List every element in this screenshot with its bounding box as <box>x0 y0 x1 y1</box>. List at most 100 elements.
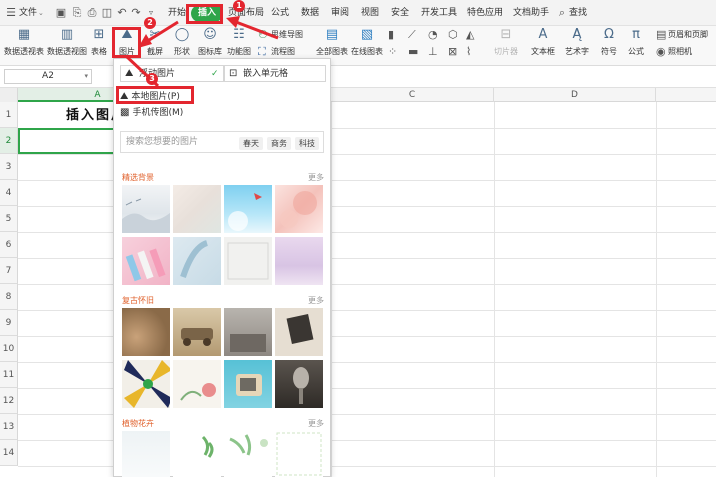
picture-thumbnail[interactable] <box>122 237 170 285</box>
row-header[interactable]: 11 <box>0 362 18 388</box>
row-header[interactable]: 12 <box>0 388 18 414</box>
picture-thumbnail[interactable] <box>173 237 221 285</box>
spreadsheet-app: ☰ 文件 ⌄ ▣ ⎘ ⎙ ◫ ↶ ↷ ▿ 开始 插入 页面布局 公式 数据 审阅… <box>0 0 716 477</box>
bar-chart-icon[interactable]: ▬ <box>408 45 418 59</box>
flowchart-button[interactable]: 流程图 <box>271 45 295 59</box>
row-header[interactable]: 8 <box>0 284 18 310</box>
row-header[interactable]: 2 <box>0 128 18 154</box>
row-header[interactable]: 14 <box>0 440 18 466</box>
picture-thumbnail[interactable] <box>122 185 170 233</box>
textbox-button[interactable]: A 文本框 <box>528 27 558 65</box>
column-header-d[interactable]: D <box>494 88 656 102</box>
picture-thumbnail[interactable] <box>122 431 170 477</box>
mind-map-button[interactable]: 思维导图 <box>271 28 303 42</box>
sparkline-icon[interactable]: ⌇ <box>466 45 471 59</box>
search-command[interactable]: 查找 <box>569 4 587 22</box>
row-header[interactable]: 5 <box>0 206 18 232</box>
active-cell-a2[interactable] <box>18 128 122 154</box>
column-chart-icon[interactable]: ▮ <box>388 28 394 42</box>
tab-special[interactable]: 特色应用 <box>467 4 503 22</box>
column-header-c[interactable]: C <box>331 88 494 102</box>
tab-formulas[interactable]: 公式 <box>271 4 289 22</box>
pivot-table-button[interactable]: ▦ 数据透视表 <box>4 27 44 65</box>
picture-thumbnail[interactable] <box>275 237 323 285</box>
section-more-backgrounds[interactable]: 更多 <box>308 172 324 183</box>
embed-cell-option[interactable]: ⊡ 嵌入单元格 <box>224 65 326 82</box>
picture-thumbnail[interactable] <box>173 360 221 408</box>
area-chart-icon[interactable]: ◭ <box>466 28 474 42</box>
section-more-retro[interactable]: 更多 <box>308 295 324 306</box>
row-header[interactable]: 6 <box>0 232 18 258</box>
art-text-button[interactable]: Ą 艺术字 <box>562 27 592 65</box>
pie-chart-icon[interactable]: ◔ <box>428 28 438 42</box>
row-header[interactable]: 3 <box>0 154 18 180</box>
picture-thumbnail[interactable] <box>122 360 170 408</box>
picture-thumbnail[interactable] <box>224 185 272 233</box>
tab-review[interactable]: 审阅 <box>331 4 349 22</box>
name-box-dropdown-icon[interactable]: ▾ <box>84 70 88 83</box>
picture-thumbnail[interactable] <box>275 308 323 356</box>
picture-thumbnail[interactable] <box>224 431 272 477</box>
tab-home[interactable]: 开始 <box>168 4 186 22</box>
save-icon[interactable]: ▣ <box>55 4 67 22</box>
redo-icon[interactable]: ↷ <box>130 4 142 22</box>
undo-icon[interactable]: ↶ <box>116 4 128 22</box>
picture-thumbnail[interactable] <box>224 237 272 285</box>
phone-picture-item[interactable]: ▩ 手机传图(M) <box>120 105 183 121</box>
picture-thumbnail[interactable] <box>173 185 221 233</box>
float-picture-option[interactable]: ⛰ 浮动图片 ✓ <box>120 65 224 82</box>
picture-thumbnail[interactable] <box>224 308 272 356</box>
print-icon[interactable]: ⎙ <box>86 4 98 22</box>
scatter-chart-icon[interactable]: ⁘ <box>388 45 397 59</box>
search-tag-spring[interactable]: 春天 <box>239 137 263 150</box>
combo-chart-icon[interactable]: ⊠ <box>448 45 457 59</box>
hamburger-icon[interactable]: ☰ <box>5 4 17 22</box>
picture-thumbnail[interactable] <box>224 360 272 408</box>
tab-doc-assistant[interactable]: 文档助手 <box>513 4 549 22</box>
pivot-chart-button[interactable]: ▥ 数据透视图 <box>46 27 88 65</box>
picture-thumbnail[interactable] <box>122 308 170 356</box>
export-icon[interactable]: ⎘ <box>71 4 83 22</box>
check-icon: ✓ <box>211 69 219 79</box>
search-tag-tech[interactable]: 科技 <box>295 137 319 150</box>
slicer-icon: ⊟ <box>500 27 512 42</box>
row-header[interactable]: 13 <box>0 414 18 440</box>
section-more-plants[interactable]: 更多 <box>308 418 324 429</box>
flowchart-icon: ⛶ <box>258 45 266 58</box>
picture-thumbnail[interactable] <box>275 360 323 408</box>
picture-thumbnail[interactable] <box>173 431 221 477</box>
row-header[interactable]: 4 <box>0 180 18 206</box>
picture-thumbnail[interactable] <box>275 185 323 233</box>
line-chart-icon[interactable]: ⟋ <box>408 28 416 42</box>
tab-data[interactable]: 数据 <box>301 4 319 22</box>
select-all-corner[interactable] <box>0 88 18 102</box>
header-footer-button[interactable]: 页眉和页脚 <box>668 28 708 42</box>
camera-button[interactable]: 照相机 <box>668 45 692 59</box>
tab-view[interactable]: 视图 <box>361 4 379 22</box>
file-dropdown-icon[interactable]: ⌄ <box>38 4 44 22</box>
picture-thumbnail[interactable] <box>173 308 221 356</box>
radar-chart-icon[interactable]: ⬡ <box>448 28 458 42</box>
row-header[interactable]: 10 <box>0 336 18 362</box>
online-charts-button[interactable]: ▧ 在线图表 <box>351 27 383 65</box>
formula-button[interactable]: π 公式 <box>624 27 648 65</box>
table-button[interactable]: ⊞ 表格 <box>90 27 108 65</box>
row-header[interactable]: 9 <box>0 310 18 336</box>
all-charts-icon: ▤ <box>325 27 339 42</box>
row-header[interactable]: 1 <box>0 102 18 128</box>
file-menu[interactable]: 文件 <box>19 4 37 22</box>
highlight-insert-tab <box>186 4 223 24</box>
tab-security[interactable]: 安全 <box>391 4 409 22</box>
picture-thumbnail[interactable] <box>275 431 323 477</box>
name-box[interactable]: A2 ▾ <box>4 69 92 84</box>
picture-search-input[interactable]: 搜索您想要的图片 <box>126 134 198 150</box>
search-icon[interactable]: ⌕ <box>556 4 568 22</box>
tab-developer[interactable]: 开发工具 <box>421 4 457 22</box>
search-tag-business[interactable]: 商务 <box>267 137 291 150</box>
preview-icon[interactable]: ◫ <box>101 4 113 22</box>
symbol-button[interactable]: Ω 符号 <box>597 27 621 65</box>
stock-chart-icon[interactable]: ⊥ <box>428 45 438 59</box>
section-title-plants: 植物花卉 <box>122 419 154 428</box>
pi-icon: π <box>632 27 640 42</box>
row-header[interactable]: 7 <box>0 258 18 284</box>
